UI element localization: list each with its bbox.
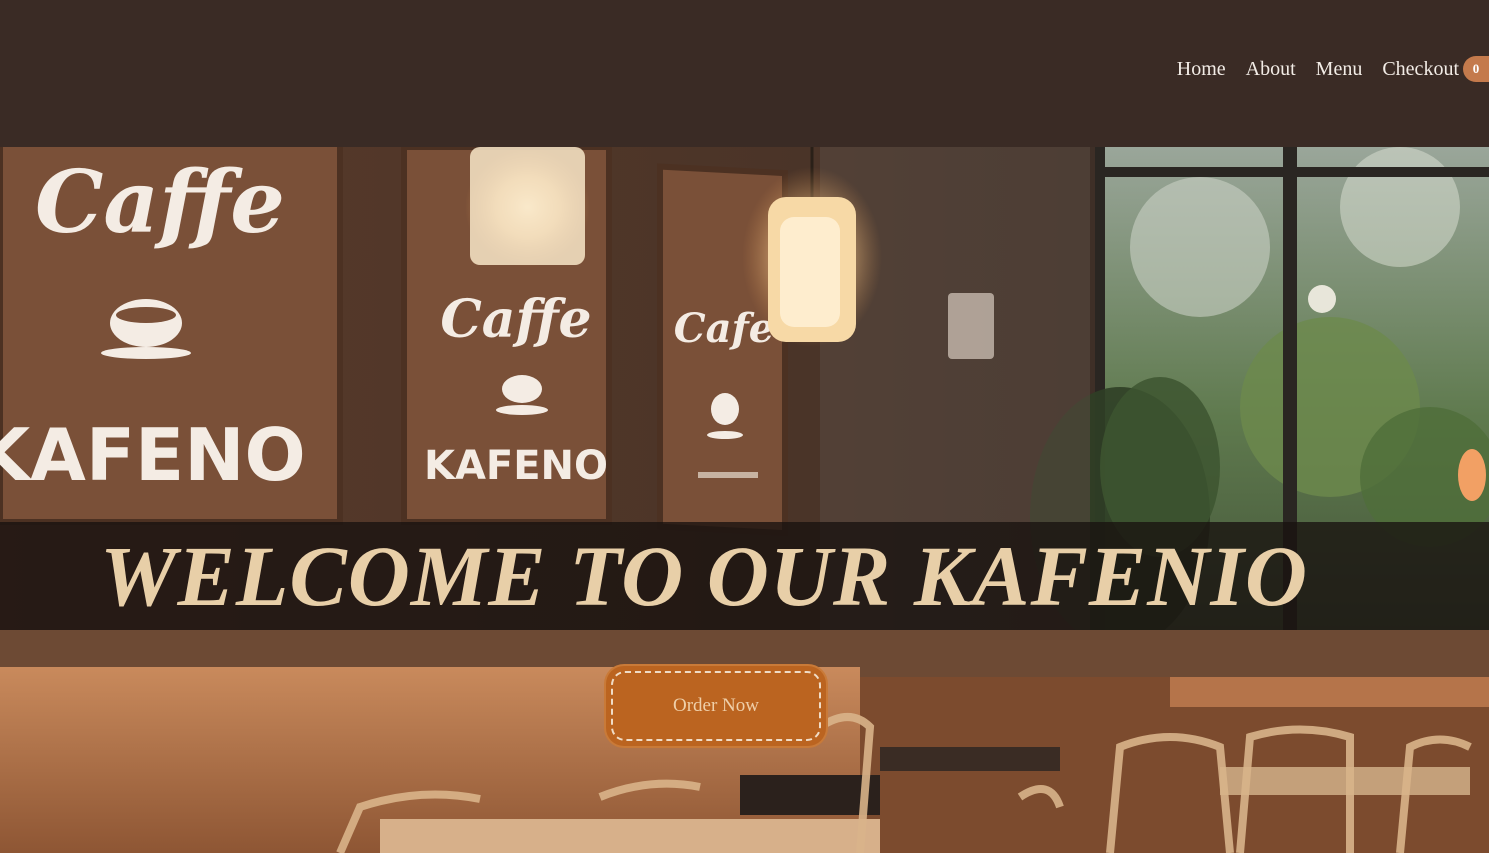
sign2-top-text: Caffe <box>440 289 591 350</box>
sign1-bottom-text: KAFENO <box>0 413 306 497</box>
nav-menu-link[interactable]: Menu <box>1316 56 1363 82</box>
page: Home About Menu Checkout 0 Caffe KAFENO … <box>0 0 1489 853</box>
sign2-bottom-text: KAFENO <box>424 443 608 489</box>
cafe-interior-image: Caffe KAFENO Caffe KAFENO Cafe <box>0 147 1489 853</box>
hero-title: WELCOME TO OUR KAFENIO <box>100 528 1308 624</box>
nav-home-link[interactable]: Home <box>1177 56 1226 82</box>
hero-section: Caffe KAFENO Caffe KAFENO Cafe WELCOME T… <box>0 147 1489 853</box>
sign1-top-text: Caffe <box>35 152 285 253</box>
main-nav: Home About Menu Checkout 0 <box>1177 56 1489 82</box>
site-header: Home About Menu Checkout 0 <box>0 0 1489 147</box>
nav-checkout-link[interactable]: Checkout <box>1382 56 1459 82</box>
order-now-button[interactable]: Order Now <box>606 666 826 746</box>
cart-count-badge[interactable]: 0 <box>1463 56 1489 82</box>
nav-about-link[interactable]: About <box>1246 56 1296 82</box>
order-now-label: Order Now <box>611 671 821 741</box>
